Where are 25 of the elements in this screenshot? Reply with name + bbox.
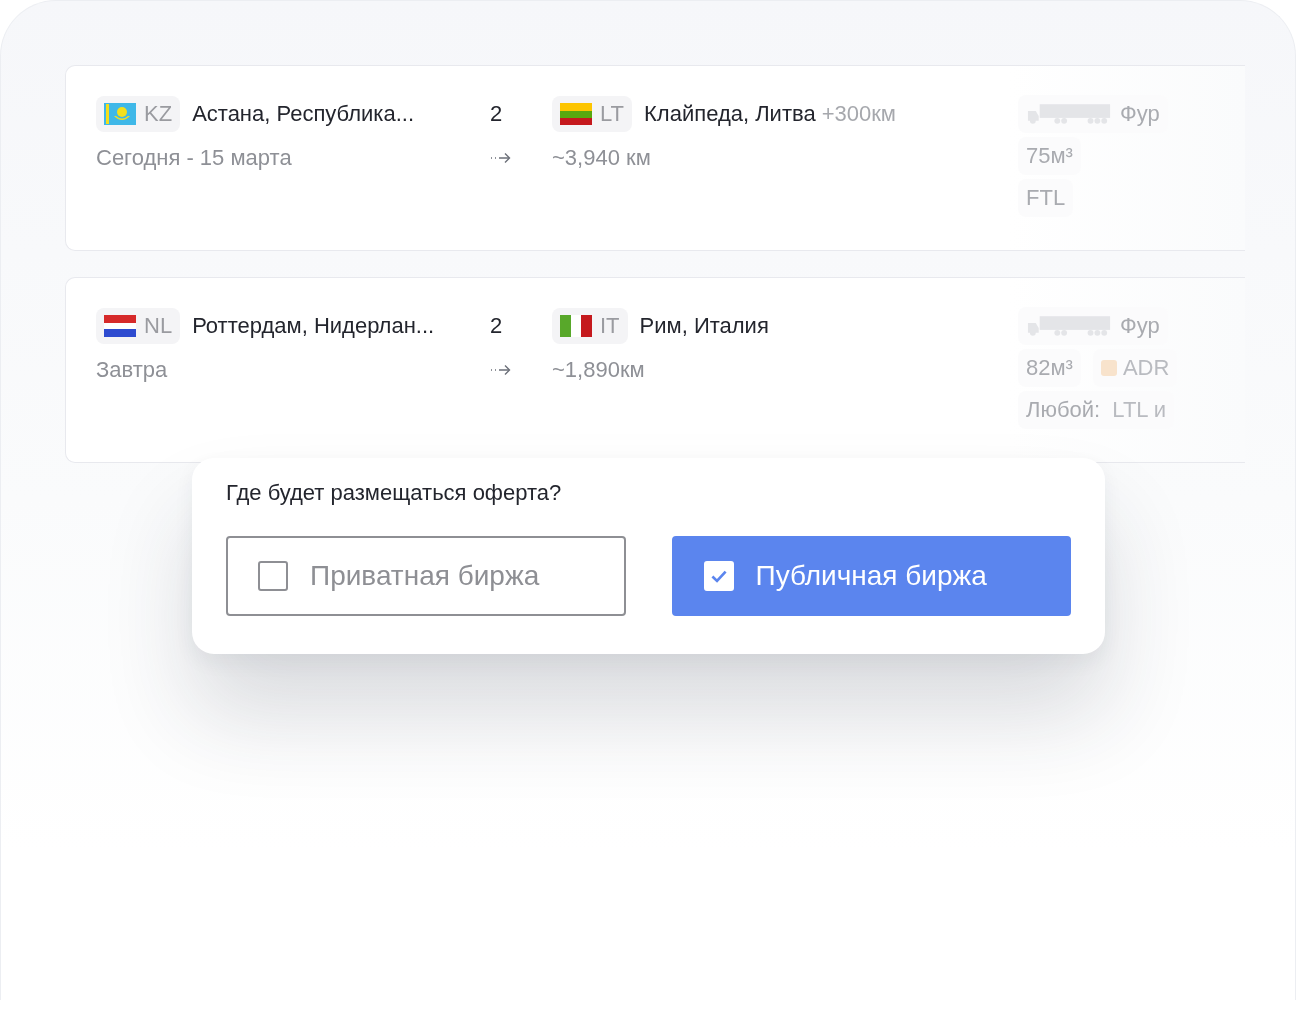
flag-icon bbox=[560, 315, 592, 337]
origin-city: Роттердам, Нидерлан... bbox=[192, 313, 435, 339]
extra-distance: +300км bbox=[821, 101, 896, 127]
flag-icon bbox=[104, 103, 136, 125]
country-chip: NL bbox=[96, 308, 181, 344]
destination-city: Клайпеда, Литва bbox=[644, 101, 816, 127]
country-chip: LT bbox=[552, 96, 633, 132]
stop-count: 2 bbox=[489, 313, 503, 339]
route-card[interactable]: NL Роттердам, Нидерлан... Завтра 2 IT Рим, Италия ~1,890км Фур 82м³ ADR Любой: LTL и bbox=[65, 277, 1245, 463]
dialog-question: Где будет размещаться оферта? bbox=[226, 480, 562, 506]
distance-text: ~1,890км bbox=[552, 357, 645, 383]
stop-count: 2 bbox=[489, 101, 503, 127]
arrow-icon bbox=[490, 364, 512, 376]
arrow-icon bbox=[490, 152, 512, 164]
flag-icon bbox=[560, 103, 592, 125]
destination-city: Рим, Италия bbox=[639, 313, 769, 339]
flag-icon bbox=[104, 315, 136, 337]
date-text: Сегодня - 15 марта bbox=[96, 145, 292, 171]
country-chip: IT bbox=[552, 308, 628, 344]
origin-city: Астана, Республика... bbox=[192, 101, 414, 127]
route-card[interactable]: KZ Астана, Республика... Сегодня - 15 марта 2 LT Клайпеда, Литва +300км ~3,940 км Фур 75м³ FTL bbox=[65, 65, 1245, 251]
date-text: Завтра bbox=[96, 357, 168, 383]
checkbox[interactable] bbox=[258, 561, 288, 591]
distance-text: ~3,940 км bbox=[552, 145, 651, 171]
country-chip: KZ bbox=[96, 96, 181, 132]
